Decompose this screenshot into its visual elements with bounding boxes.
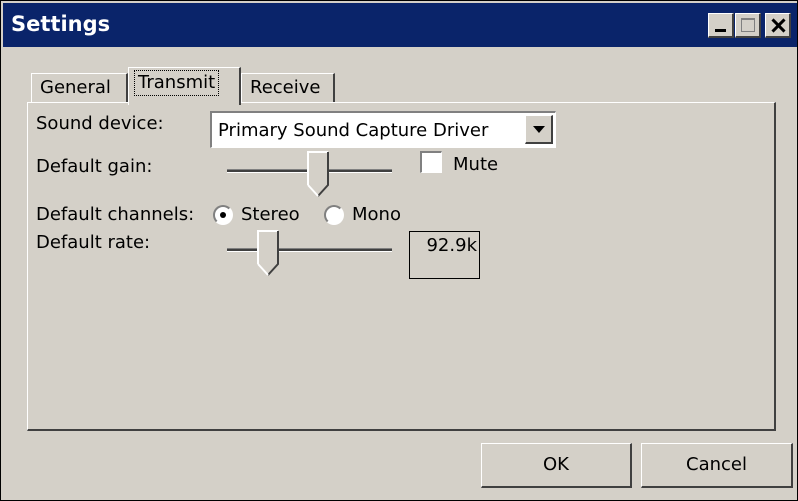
ok-button[interactable]: OK xyxy=(481,443,632,488)
default-rate-slider-thumb[interactable] xyxy=(257,230,280,276)
chevron-down-icon[interactable] xyxy=(525,115,553,144)
default-gain-label: Default gain: xyxy=(36,156,153,177)
sound-device-dropdown[interactable]: Primary Sound Capture Driver xyxy=(210,111,556,148)
minimize-icon[interactable] xyxy=(708,13,734,38)
default-rate-slider-track[interactable] xyxy=(227,248,392,252)
tab-general[interactable]: General xyxy=(31,73,128,103)
sound-device-label: Sound device: xyxy=(36,113,164,134)
tab-transmit-label: Transmit xyxy=(134,70,220,96)
mute-label: Mute xyxy=(453,154,499,175)
default-rate-label: Default rate: xyxy=(36,232,151,253)
mute-checkbox[interactable] xyxy=(420,151,442,173)
maximize-icon[interactable] xyxy=(735,13,761,38)
tab-transmit[interactable]: Transmit xyxy=(128,67,241,105)
tab-receive-label: Receive xyxy=(250,77,321,98)
window-title: Settings xyxy=(11,12,111,36)
mono-radio[interactable] xyxy=(324,205,344,225)
cancel-button[interactable]: Cancel xyxy=(641,443,793,488)
close-icon[interactable] xyxy=(765,13,791,38)
radio-selected-dot xyxy=(220,212,226,218)
stereo-label: Stereo xyxy=(241,204,300,225)
default-gain-slider-thumb[interactable] xyxy=(306,151,329,197)
default-channels-label: Default channels: xyxy=(36,204,195,225)
title-bar[interactable]: Settings xyxy=(3,3,797,47)
settings-window: Settings General Transmit Receive Sound … xyxy=(0,0,798,501)
default-rate-value: 92.9k xyxy=(409,231,480,279)
tab-general-label: General xyxy=(40,77,111,98)
mono-label: Mono xyxy=(352,204,401,225)
tab-receive[interactable]: Receive xyxy=(241,73,335,103)
transmit-tab-panel xyxy=(27,102,776,431)
stereo-radio[interactable] xyxy=(213,205,233,225)
sound-device-value: Primary Sound Capture Driver xyxy=(218,120,489,141)
